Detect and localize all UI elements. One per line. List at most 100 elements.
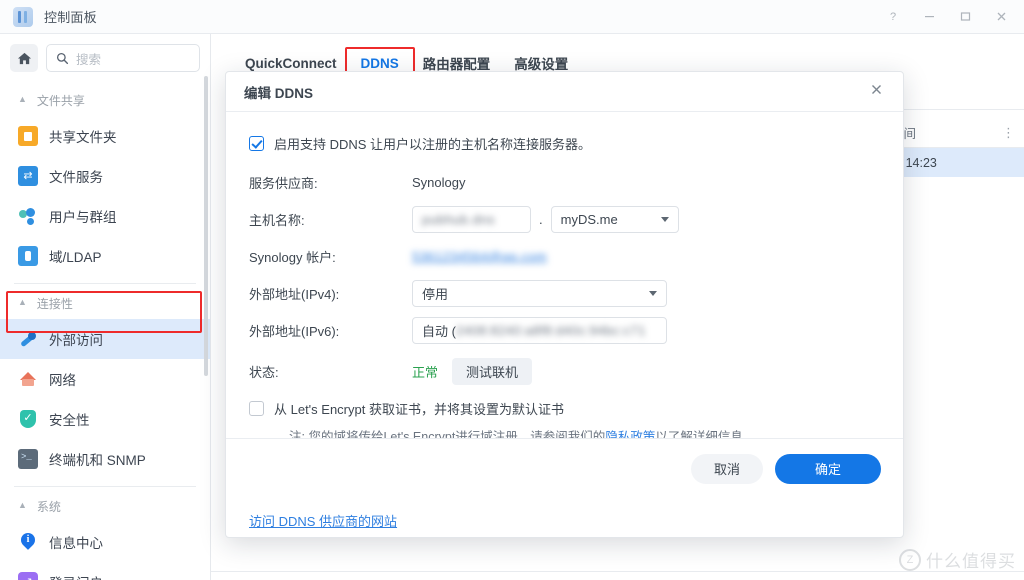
sidebar-item-label: 域/LDAP — [49, 246, 102, 266]
external-address-ipv4-row: 外部地址(IPv4): 停用 — [226, 278, 903, 309]
sidebar-item-label: 用户与群组 — [49, 206, 117, 226]
sidebar-item-security[interactable]: 安全性 — [0, 399, 210, 439]
terminal-snmp-icon — [18, 449, 38, 469]
external-address-ipv6-redacted: 2408:8240:a8f8:d40c:94bc:c71 — [456, 323, 646, 338]
tab-ddns-label: DDNS — [361, 56, 399, 71]
sidebar-item-label: 登录门户 — [49, 572, 103, 580]
window-titlebar: 控制面板 ? — [0, 0, 1024, 34]
window-title: 控制面板 — [44, 7, 97, 26]
lets-encrypt-checkbox[interactable] — [249, 401, 264, 416]
dialog-footer: 取消 确定 — [226, 438, 903, 498]
sidebar-item-login-portal[interactable]: 登录门户 — [0, 562, 210, 580]
confirm-button[interactable]: 确定 — [775, 454, 881, 484]
sidebar-group-system[interactable]: ▲ 系统 — [0, 487, 210, 522]
sidebar-group-label: 连接性 — [37, 295, 73, 312]
minimize-icon[interactable] — [914, 4, 944, 30]
chevron-down-icon — [649, 291, 657, 296]
visit-ddns-provider-link[interactable]: 访问 DDNS 供应商的网站 — [226, 511, 397, 530]
search-placeholder: 搜索 — [76, 49, 101, 68]
dialog-body: 启用支持 DDNS 让用户以注册的主机名称连接服务器。 服务供应商: Synol… — [226, 112, 903, 498]
chevron-down-icon — [661, 217, 669, 222]
content-bottom-divider — [211, 571, 1024, 572]
sidebar-item-file-services[interactable]: 文件服务 — [0, 156, 210, 196]
status-label: 状态: — [249, 362, 412, 381]
hostname-tld-select[interactable]: myDS.me — [551, 206, 679, 233]
lets-encrypt-label: 从 Let's Encrypt 获取证书，并将其设置为默认证书 — [274, 399, 564, 418]
sidebar-item-users-groups[interactable]: 用户与群组 — [0, 196, 210, 236]
test-connection-button[interactable]: 测试联机 — [452, 358, 532, 385]
status-row: 状态: 正常 测试联机 — [226, 356, 903, 387]
window-controls: ? — [878, 4, 1024, 30]
status-badge: 正常 — [412, 362, 438, 381]
sidebar-item-label: 外部访问 — [49, 329, 103, 349]
hostname-row: 主机名称: pubhub.dns . myDS.me — [226, 204, 903, 235]
sidebar-item-label: 共享文件夹 — [49, 126, 117, 146]
sidebar-item-label: 文件服务 — [49, 166, 103, 186]
synology-account-value-redacted[interactable]: 5361234564@qq.com — [412, 249, 547, 264]
sidebar: 搜索 ▲ 文件共享 共享文件夹 文件服务 用户与群组 域/LDAP ▲ 连接性 — [0, 34, 211, 580]
external-address-ipv6-label: 外部地址(IPv6): — [249, 321, 412, 340]
cancel-button[interactable]: 取消 — [691, 454, 763, 484]
external-address-ipv6-input[interactable]: 自动 ( 2408:8240:a8f8:d40c:94bc:c71 — [412, 317, 667, 344]
service-provider-row: 服务供应商: Synology — [226, 167, 903, 198]
sidebar-search-row: 搜索 — [0, 34, 210, 81]
domain-ldap-icon — [18, 246, 38, 266]
external-address-ipv4-value: 停用 — [422, 284, 448, 303]
network-icon — [18, 369, 38, 389]
sidebar-item-label: 信息中心 — [49, 532, 103, 552]
search-icon — [56, 52, 69, 65]
sidebar-item-external-access[interactable]: 外部访问 — [0, 319, 210, 359]
service-provider-label: 服务供应商: — [249, 173, 412, 192]
external-address-ipv6-value: 自动 ( — [422, 321, 456, 340]
hostname-tld-value: myDS.me — [561, 212, 618, 227]
external-address-ipv4-label: 外部地址(IPv4): — [249, 284, 412, 303]
more-options-icon[interactable]: ⋮ — [1002, 126, 1015, 139]
sidebar-group-label: 系统 — [37, 498, 61, 515]
info-center-icon — [18, 532, 38, 552]
sidebar-item-domain-ldap[interactable]: 域/LDAP — [0, 236, 210, 276]
search-input[interactable]: 搜索 — [46, 44, 200, 72]
close-icon[interactable] — [986, 4, 1016, 30]
sidebar-group-connectivity[interactable]: ▲ 连接性 — [0, 284, 210, 319]
login-portal-icon — [18, 572, 38, 580]
maximize-icon[interactable] — [950, 4, 980, 30]
chevron-up-icon: ▲ — [18, 501, 27, 510]
sidebar-item-info-center[interactable]: 信息中心 — [0, 522, 210, 562]
close-icon[interactable] — [864, 79, 889, 104]
hostname-separator: . — [539, 212, 543, 227]
dialog-title: 编辑 DDNS — [244, 82, 313, 102]
help-icon[interactable]: ? — [878, 4, 908, 30]
hostname-input[interactable]: pubhub.dns — [412, 206, 531, 233]
hostname-value-redacted: pubhub.dns — [422, 212, 495, 227]
lets-encrypt-row[interactable]: 从 Let's Encrypt 获取证书，并将其设置为默认证书 — [226, 399, 903, 418]
sidebar-item-network[interactable]: 网络 — [0, 359, 210, 399]
chevron-up-icon: ▲ — [18, 95, 27, 104]
file-services-icon — [18, 166, 38, 186]
sidebar-item-terminal-snmp[interactable]: 终端机和 SNMP — [0, 439, 210, 479]
shared-folder-icon — [18, 126, 38, 146]
chevron-up-icon: ▲ — [18, 298, 27, 307]
sidebar-item-label: 安全性 — [49, 409, 90, 429]
enable-ddns-label: 启用支持 DDNS 让用户以注册的主机名称连接服务器。 — [274, 134, 591, 153]
sidebar-item-label: 网络 — [49, 369, 76, 389]
hostname-label: 主机名称: — [249, 210, 412, 229]
sidebar-group-label: 文件共享 — [37, 92, 85, 109]
sidebar-item-shared-folder[interactable]: 共享文件夹 — [0, 116, 210, 156]
service-provider-value: Synology — [412, 175, 465, 190]
users-groups-icon — [18, 206, 38, 226]
external-address-ipv4-select[interactable]: 停用 — [412, 280, 667, 307]
sidebar-group-file-sharing[interactable]: ▲ 文件共享 — [0, 81, 210, 116]
control-panel-window: 控制面板 ? 搜索 — [0, 0, 1024, 580]
edit-ddns-dialog: 编辑 DDNS 启用支持 DDNS 让用户以注册的主机名称连接服务器。 服务供应… — [225, 71, 904, 538]
enable-ddns-row[interactable]: 启用支持 DDNS 让用户以注册的主机名称连接服务器。 — [226, 134, 903, 153]
home-icon[interactable] — [10, 44, 38, 72]
security-icon — [18, 409, 38, 429]
external-access-icon — [18, 329, 38, 349]
sidebar-item-label: 终端机和 SNMP — [49, 449, 146, 469]
sidebar-scrollbar[interactable] — [204, 76, 208, 376]
enable-ddns-checkbox[interactable] — [249, 136, 264, 151]
synology-account-label: Synology 帐户: — [249, 247, 412, 266]
synology-account-row: Synology 帐户: 5361234564@qq.com — [226, 241, 903, 272]
svg-text:?: ? — [890, 11, 896, 23]
control-panel-icon — [13, 7, 33, 27]
